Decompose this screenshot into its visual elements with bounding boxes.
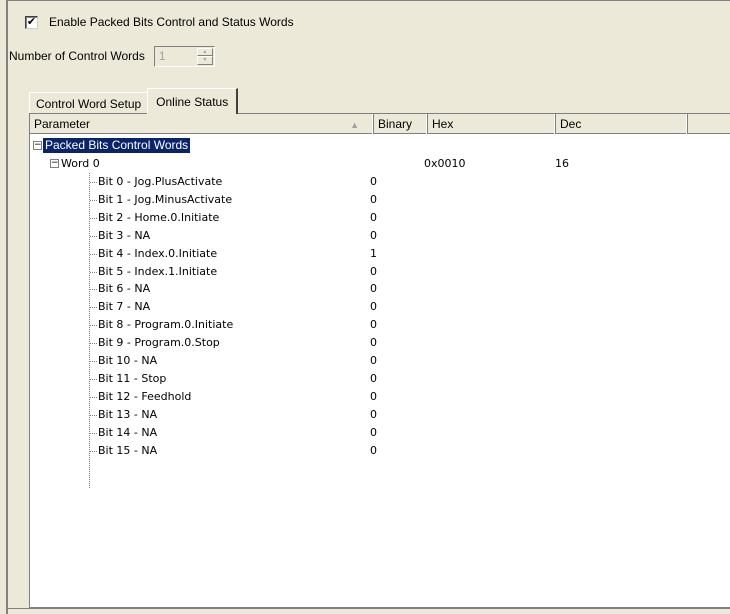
column-header-binary[interactable]: Binary [374,114,428,134]
bit-label: Bit 4 - Index.0.Initiate [98,246,218,260]
tree-connector-line [90,396,97,398]
control-words-label: Number of Control Words [9,49,145,63]
bit-binary-value: 0 [370,282,377,296]
bit-binary-value: 0 [370,389,377,403]
control-words-row: Number of Control Words 1 ▲ ▼ [9,44,215,68]
tree-row-bit[interactable]: Bit 5 - Index.1.Initiate 0 [30,263,730,281]
tree-connector-line [90,378,97,380]
tree-connector-line [90,432,97,434]
bit-binary-value: 1 [370,246,377,260]
tree-connector-line [90,235,97,237]
bit-label: Bit 6 - NA [98,282,151,296]
tree-connector-line [90,199,97,201]
tree-row-bit[interactable]: Bit 11 - Stop 0 [30,370,730,388]
column-header-binary-label: Binary [378,117,413,131]
tree-row-bit[interactable]: Bit 14 - NA 0 [30,424,730,442]
column-header-dec-label: Dec [560,117,582,131]
spin-up-icon[interactable]: ▲ [196,47,213,56]
bit-label: Bit 13 - NA [98,407,158,421]
word-node-label: Word 0 [61,157,100,170]
tree-connector-line [90,414,97,416]
tree-row-bit[interactable]: Bit 9 - Program.0.Stop 0 [30,334,730,352]
bit-binary-value: 0 [370,443,377,457]
bit-binary-value: 0 [370,336,377,350]
tree-row-root[interactable]: − Packed Bits Control Words [30,137,730,155]
tree-row-bit[interactable]: Bit 2 - Home.0.Initiate 0 [30,209,730,227]
parameter-tree[interactable]: − Packed Bits Control Words − Word 0 0x0… [30,134,730,607]
bit-label: Bit 1 - Jog.MinusActivate [98,192,233,206]
bit-label: Bit 15 - NA [98,443,158,457]
sort-ascending-icon: ▲ [350,120,359,130]
tab-control-word-setup[interactable]: Control Word Setup [29,92,149,114]
check-mark-icon: ✔ [26,15,37,28]
control-words-value: 1 [158,49,166,63]
bit-binary-value: 0 [370,210,377,224]
bit-label: Bit 5 - Index.1.Initiate [98,264,218,278]
tree-row-bit[interactable]: Bit 3 - NA 0 [30,227,730,245]
bit-label: Bit 7 - NA [98,300,151,314]
bit-binary-value: 0 [370,371,377,385]
control-words-stepper[interactable]: 1 ▲ ▼ [153,45,215,67]
bit-label: Bit 2 - Home.0.Initiate [98,210,220,224]
bit-label: Bit 10 - NA [98,354,158,367]
column-header-parameter[interactable]: Parameter ▲ [30,114,374,134]
tree-row-bit[interactable]: Bit 10 - NA 0 [30,352,730,370]
tree-row-bit[interactable]: Bit 13 - NA 0 [30,406,730,424]
word-dec-value: 16 [555,157,569,170]
tree-row-bit[interactable]: Bit 7 - NA 0 [30,298,730,316]
collapse-icon[interactable]: − [50,159,59,168]
tab-bar: Control Word Setup Online Status [29,87,239,114]
tree-connector-line [90,253,97,255]
root-node-label: Packed Bits Control Words [43,138,191,153]
bit-binary-value: 0 [370,300,377,314]
tree-connector-line [90,182,97,183]
bit-label: Bit 11 - Stop [98,371,167,385]
tree-connector-line [90,289,97,291]
bit-binary-value: 0 [370,175,377,188]
bit-label: Bit 3 - NA [98,228,151,242]
online-status-panel: Parameter ▲ Binary Hex Dec − Packed Bits… [29,113,730,608]
tree-row-bit[interactable]: Bit 12 - Feedhold 0 [30,388,730,406]
bit-label: Bit 0 - Jog.PlusActivate [98,175,223,188]
bit-label: Bit 12 - Feedhold [98,389,192,403]
tree-row-bit[interactable]: Bit 4 - Index.0.Initiate 1 [30,245,730,263]
tree-row-bit[interactable]: Bit 6 - NA 0 [30,280,730,298]
bit-label: Bit 8 - Program.0.Initiate [98,318,234,332]
tree-row-word-0[interactable]: − Word 0 0x0010 16 [30,155,730,173]
tree-connector-line [90,343,97,345]
bit-binary-value: 0 [370,192,377,206]
bit-binary-value: 0 [370,318,377,332]
tree-row-bit[interactable]: Bit 15 - NA 0 [30,442,730,460]
column-header-dec[interactable]: Dec [556,114,688,134]
tree-connector-line [90,325,97,327]
tree-connector-line [90,271,97,273]
bit-label: Bit 14 - NA [98,425,158,439]
column-header-hex[interactable]: Hex [428,114,556,134]
tree-row-bit[interactable]: Bit 1 - Jog.MinusActivate 0 [30,191,730,209]
tree-row-bit[interactable]: Bit 8 - Program.0.Initiate 0 [30,316,730,334]
tree-connector-line [90,450,97,452]
enable-packed-bits-row[interactable]: ✔ Enable Packed Bits Control and Status … [25,13,294,31]
bit-binary-value: 0 [370,407,377,421]
bit-binary-value: 0 [370,354,377,367]
spin-down-icon[interactable]: ▼ [196,56,213,65]
enable-packed-bits-checkbox[interactable]: ✔ [25,15,38,29]
tree-connector-line [90,361,97,362]
bit-binary-value: 0 [370,228,377,242]
window-bottom-edge [8,608,730,614]
collapse-icon[interactable]: − [33,141,42,150]
bit-binary-value: 0 [370,425,377,439]
bit-label: Bit 9 - Program.0.Stop [98,336,220,350]
tree-connector-line [90,307,97,309]
tree-connector-line [90,217,97,219]
column-header-hex-label: Hex [432,117,454,131]
column-header-parameter-label: Parameter [34,117,91,131]
tab-online-status[interactable]: Online Status [147,88,239,114]
tree-row-bit[interactable]: Bit 0 - Jog.PlusActivate 0 [30,173,730,191]
column-header: Parameter ▲ Binary Hex Dec [30,114,730,134]
bit-binary-value: 0 [370,264,377,278]
word-hex-value: 0x0010 [424,157,466,170]
enable-packed-bits-label: Enable Packed Bits Control and Status Wo… [49,15,294,29]
